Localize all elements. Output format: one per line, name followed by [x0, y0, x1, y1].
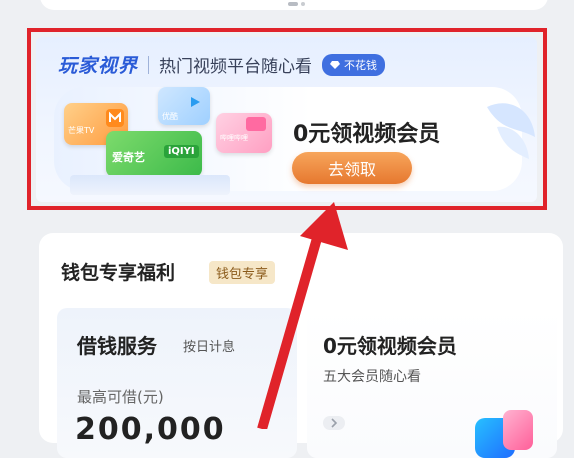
- page-dot: [301, 2, 305, 6]
- vip-card-subtitle: 五大会员随心看: [323, 369, 421, 385]
- vip-card-title: 0元领视频会员: [323, 334, 457, 358]
- video-vip-card[interactable]: 0元领视频会员 五大会员随心看: [307, 308, 557, 458]
- video-app-icons: [467, 408, 537, 458]
- page-dot-active: [288, 2, 298, 6]
- borrow-amount: 200,000: [75, 412, 226, 447]
- bilibili-app-icon: [503, 410, 533, 450]
- borrow-limit-label: 最高可借(元): [77, 388, 164, 406]
- wallet-title: 钱包专享福利: [61, 262, 176, 284]
- borrow-subtitle: 按日计息: [183, 340, 236, 355]
- wallet-benefits-section: 钱包专享福利 钱包专享 借钱服务 按日计息 最高可借(元) 200,000 0元…: [39, 233, 563, 458]
- chevron-right-icon[interactable]: [323, 416, 345, 430]
- borrow-title: 借钱服务: [77, 334, 157, 358]
- wallet-tag: 钱包专享: [209, 261, 276, 284]
- highlight-box: [27, 28, 547, 210]
- page-indicator: [288, 2, 305, 6]
- borrow-service-card[interactable]: 借钱服务 按日计息 最高可借(元) 200,000: [57, 308, 297, 458]
